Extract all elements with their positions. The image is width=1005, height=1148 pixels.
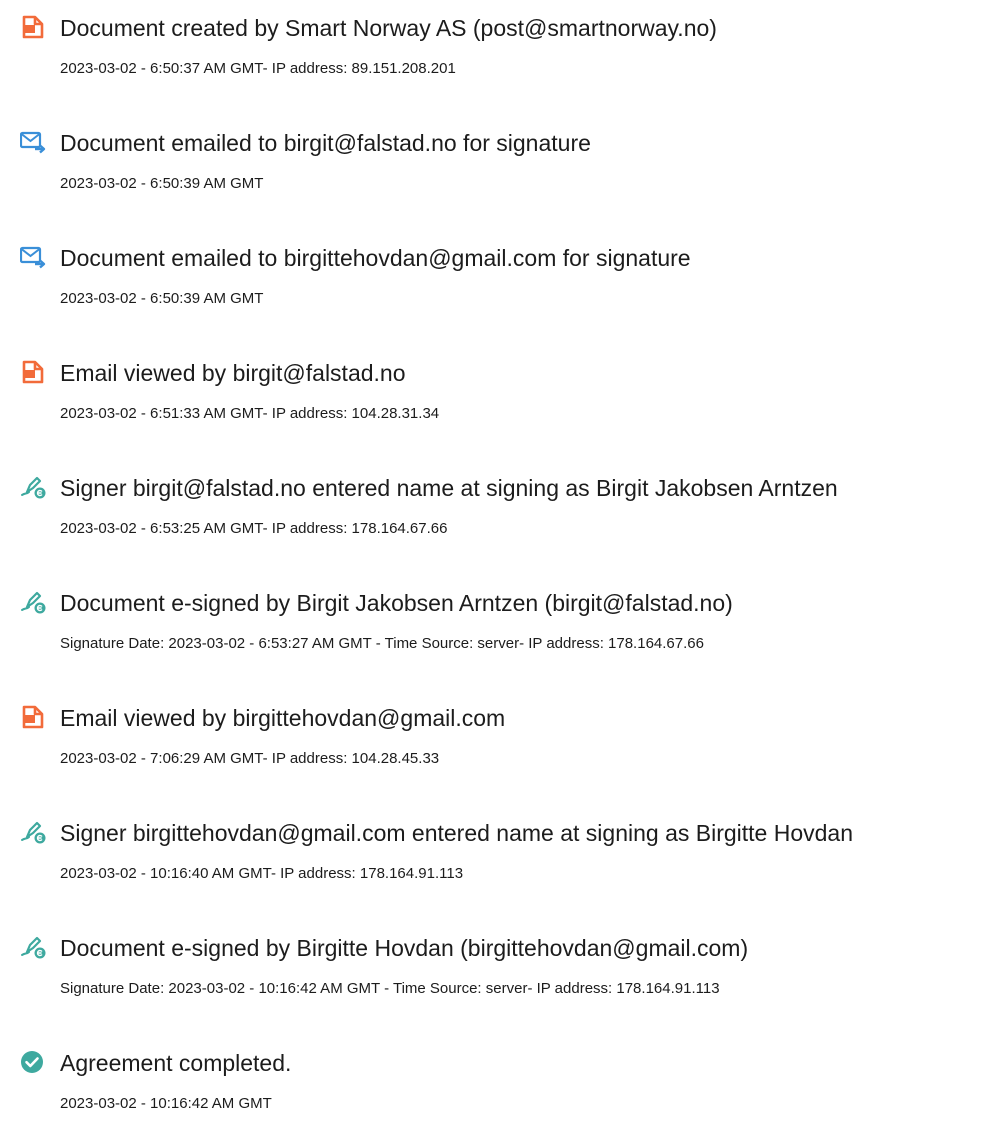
document-icon: [20, 14, 46, 40]
event-detail: 2023-03-02 - 6:50:39 AM GMT: [60, 290, 264, 307]
history-event: Signer birgittehovdan@gmail.com entered …: [0, 818, 1005, 918]
event-detail: 2023-03-02 - 10:16:42 AM GMT: [60, 1095, 272, 1112]
checkmark-circle-icon: [20, 1049, 46, 1075]
event-detail: 2023-03-02 - 6:50:37 AM GMT- IP address:…: [60, 60, 456, 77]
email-icon: [20, 244, 46, 270]
event-title: Signer birgittehovdan@gmail.com entered …: [60, 820, 854, 846]
event-title: Document e-signed by Birgitte Hovdan (bi…: [60, 935, 749, 961]
signature-pen-icon: [20, 474, 46, 500]
event-detail: Signature Date: 2023-03-02 - 10:16:42 AM…: [60, 980, 720, 997]
history-event: Agreement completed. 2023-03-02 - 10:16:…: [0, 1048, 1005, 1148]
event-detail: Signature Date: 2023-03-02 - 6:53:27 AM …: [60, 635, 704, 652]
event-detail: 2023-03-02 - 6:50:39 AM GMT: [60, 175, 264, 192]
signature-pen-icon: [20, 934, 46, 960]
document-icon: [20, 359, 46, 385]
document-icon: [20, 704, 46, 730]
event-detail: 2023-03-02 - 7:06:29 AM GMT- IP address:…: [60, 750, 440, 767]
history-event: Document e-signed by Birgit Jakobsen Arn…: [0, 588, 1005, 688]
history-event: Document e-signed by Birgitte Hovdan (bi…: [0, 933, 1005, 1033]
event-title: Document created by Smart Norway AS (pos…: [60, 15, 717, 41]
event-detail: 2023-03-02 - 6:51:33 AM GMT- IP address:…: [60, 405, 440, 422]
signature-pen-icon: [20, 819, 46, 845]
event-detail: 2023-03-02 - 10:16:40 AM GMT- IP address…: [60, 865, 464, 882]
history-event: Document emailed to birgittehovdan@gmail…: [0, 243, 1005, 343]
history-event: Signer birgit@falstad.no entered name at…: [0, 473, 1005, 573]
email-icon: [20, 129, 46, 155]
signature-pen-icon: [20, 589, 46, 615]
history-event: Email viewed by birgittehovdan@gmail.com…: [0, 703, 1005, 803]
history-event: Document emailed to birgit@falstad.no fo…: [0, 128, 1005, 228]
event-title: Agreement completed.: [60, 1050, 292, 1076]
event-title: Document emailed to birgit@falstad.no fo…: [60, 130, 591, 156]
event-title: Signer birgit@falstad.no entered name at…: [60, 475, 838, 501]
event-detail: 2023-03-02 - 6:53:25 AM GMT- IP address:…: [60, 520, 448, 537]
event-title: Document emailed to birgittehovdan@gmail…: [60, 245, 691, 271]
history-event: Email viewed by birgit@falstad.no 2023-0…: [0, 358, 1005, 458]
event-title: Document e-signed by Birgit Jakobsen Arn…: [60, 590, 733, 616]
event-title: Email viewed by birgit@falstad.no: [60, 360, 406, 386]
event-title: Email viewed by birgittehovdan@gmail.com: [60, 705, 506, 731]
history-event: Document created by Smart Norway AS (pos…: [0, 13, 1005, 113]
